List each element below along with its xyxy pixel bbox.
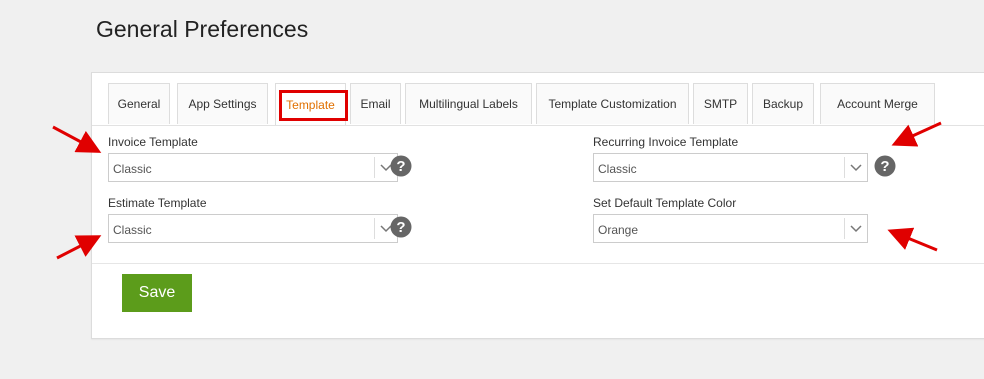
red-arrow-icon (52, 125, 102, 153)
red-arrow-icon (56, 235, 102, 260)
red-arrow-icon (891, 121, 942, 147)
annotation-arrows (52, 121, 942, 260)
red-arrow-icon (887, 227, 938, 252)
